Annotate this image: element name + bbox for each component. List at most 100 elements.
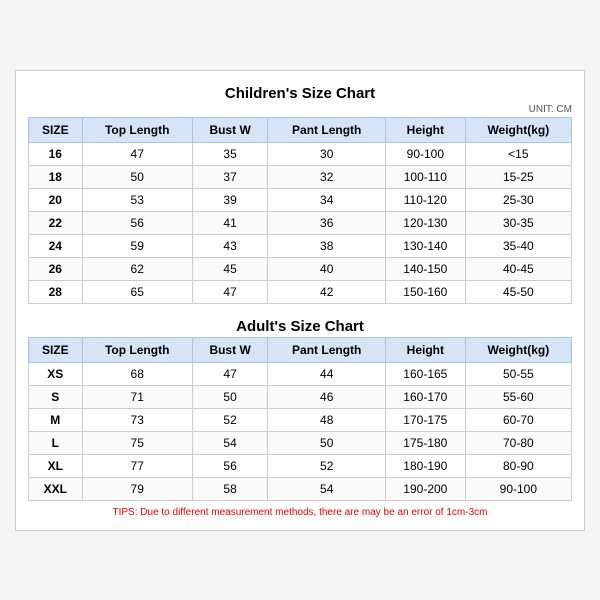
- table-cell: 50-55: [465, 362, 571, 385]
- table-cell: 55-60: [465, 385, 571, 408]
- table-cell: XS: [29, 362, 83, 385]
- table-cell: 20: [29, 188, 83, 211]
- table-cell: 54: [268, 477, 386, 500]
- table-cell: 48: [268, 408, 386, 431]
- table-cell: 32: [268, 165, 386, 188]
- table-cell: 58: [192, 477, 268, 500]
- table-cell: 35: [192, 142, 268, 165]
- table-cell: 77: [82, 454, 192, 477]
- table-cell: 40-45: [465, 257, 571, 280]
- table-row: 20533934110-12025-30: [29, 188, 572, 211]
- table-cell: 37: [192, 165, 268, 188]
- table-row: L755450175-18070-80: [29, 431, 572, 454]
- table-cell: 80-90: [465, 454, 571, 477]
- table-cell: 43: [192, 234, 268, 257]
- table-cell: 90-100: [465, 477, 571, 500]
- table-cell: S: [29, 385, 83, 408]
- table-cell: 25-30: [465, 188, 571, 211]
- table-cell: 34: [268, 188, 386, 211]
- table-row: 18503732100-11015-25: [29, 165, 572, 188]
- table-cell: 35-40: [465, 234, 571, 257]
- table-cell: 38: [268, 234, 386, 257]
- table-cell: <15: [465, 142, 571, 165]
- table-cell: 65: [82, 280, 192, 303]
- col-size-child: SIZE: [29, 117, 83, 142]
- table-cell: 70-80: [465, 431, 571, 454]
- col-pant-length-child: Pant Length: [268, 117, 386, 142]
- table-cell: 175-180: [386, 431, 466, 454]
- table-cell: 22: [29, 211, 83, 234]
- table-cell: 160-170: [386, 385, 466, 408]
- table-cell: 36: [268, 211, 386, 234]
- table-cell: 75: [82, 431, 192, 454]
- col-top-length-child: Top Length: [82, 117, 192, 142]
- table-row: 26624540140-15040-45: [29, 257, 572, 280]
- table-cell: 52: [192, 408, 268, 431]
- chart-container: Children's Size Chart UNIT: CM SIZE Top …: [15, 70, 585, 531]
- table-cell: 15-25: [465, 165, 571, 188]
- adult-title: Adult's Size Chart: [28, 314, 572, 337]
- table-cell: 59: [82, 234, 192, 257]
- table-cell: 140-150: [386, 257, 466, 280]
- table-cell: 60-70: [465, 408, 571, 431]
- children-header-row: SIZE Top Length Bust W Pant Length Heigh…: [29, 117, 572, 142]
- col-height-adult: Height: [386, 337, 466, 362]
- table-cell: 16: [29, 142, 83, 165]
- col-weight-child: Weight(kg): [465, 117, 571, 142]
- table-cell: 46: [268, 385, 386, 408]
- col-size-adult: SIZE: [29, 337, 83, 362]
- col-pant-length-adult: Pant Length: [268, 337, 386, 362]
- children-title: Children's Size Chart: [28, 81, 572, 104]
- children-table: SIZE Top Length Bust W Pant Length Heigh…: [28, 117, 572, 304]
- table-row: M735248170-17560-70: [29, 408, 572, 431]
- table-cell: 24: [29, 234, 83, 257]
- table-cell: 180-190: [386, 454, 466, 477]
- table-cell: 18: [29, 165, 83, 188]
- table-cell: 110-120: [386, 188, 466, 211]
- table-cell: 26: [29, 257, 83, 280]
- table-cell: 90-100: [386, 142, 466, 165]
- table-cell: 170-175: [386, 408, 466, 431]
- table-cell: 160-165: [386, 362, 466, 385]
- table-cell: 52: [268, 454, 386, 477]
- table-cell: 130-140: [386, 234, 466, 257]
- table-cell: 41: [192, 211, 268, 234]
- adult-table: SIZE Top Length Bust W Pant Length Heigh…: [28, 337, 572, 501]
- table-cell: 44: [268, 362, 386, 385]
- table-cell: 28: [29, 280, 83, 303]
- table-cell: 120-130: [386, 211, 466, 234]
- table-cell: 45-50: [465, 280, 571, 303]
- table-row: S715046160-17055-60: [29, 385, 572, 408]
- table-row: 22564136120-13030-35: [29, 211, 572, 234]
- table-cell: 45: [192, 257, 268, 280]
- tips-text: TIPS: Due to different measurement metho…: [28, 507, 572, 518]
- table-cell: 150-160: [386, 280, 466, 303]
- table-cell: 56: [82, 211, 192, 234]
- table-cell: 42: [268, 280, 386, 303]
- table-cell: M: [29, 408, 83, 431]
- table-row: 24594338130-14035-40: [29, 234, 572, 257]
- table-cell: 50: [268, 431, 386, 454]
- table-row: XS684744160-16550-55: [29, 362, 572, 385]
- col-bust-w-adult: Bust W: [192, 337, 268, 362]
- table-cell: 47: [82, 142, 192, 165]
- table-cell: 62: [82, 257, 192, 280]
- table-cell: 53: [82, 188, 192, 211]
- col-weight-adult: Weight(kg): [465, 337, 571, 362]
- table-cell: 30-35: [465, 211, 571, 234]
- table-cell: 30: [268, 142, 386, 165]
- table-cell: 73: [82, 408, 192, 431]
- unit-label: UNIT: CM: [28, 104, 572, 115]
- table-cell: 47: [192, 280, 268, 303]
- table-cell: XXL: [29, 477, 83, 500]
- table-cell: XL: [29, 454, 83, 477]
- table-cell: 71: [82, 385, 192, 408]
- table-cell: 47: [192, 362, 268, 385]
- col-height-child: Height: [386, 117, 466, 142]
- table-cell: 40: [268, 257, 386, 280]
- table-cell: 50: [192, 385, 268, 408]
- table-row: XL775652180-19080-90: [29, 454, 572, 477]
- table-row: 1647353090-100<15: [29, 142, 572, 165]
- table-cell: 68: [82, 362, 192, 385]
- table-row: 28654742150-16045-50: [29, 280, 572, 303]
